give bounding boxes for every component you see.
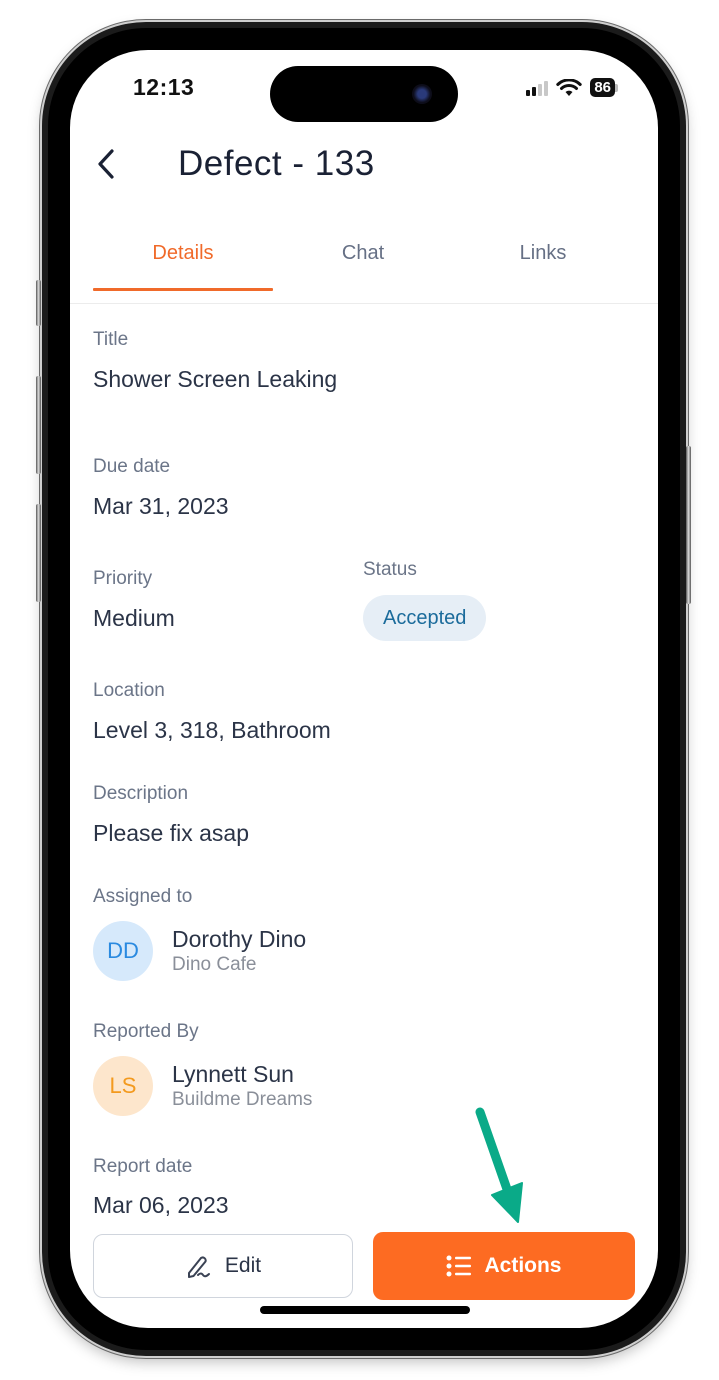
tab-links[interactable]: Links — [453, 242, 633, 265]
assignee-org: Dino Cafe — [172, 954, 257, 975]
priority-value: Medium — [93, 605, 175, 631]
battery-icon — [615, 83, 618, 92]
location-label: Location — [93, 680, 165, 701]
chevron-left-icon — [98, 149, 114, 179]
report-date-value: Mar 06, 2023 — [93, 1192, 229, 1218]
edit-label: Edit — [224, 1254, 262, 1277]
assignee-name: Dorothy Dino — [172, 926, 307, 952]
pen-signature-icon — [187, 1256, 210, 1278]
status-label: Status — [363, 559, 417, 580]
reporter-org: Buildme Dreams — [172, 1089, 313, 1110]
reported-by-label: Reported By — [93, 1021, 199, 1042]
edit-button[interactable]: Edit — [93, 1234, 353, 1298]
cellular-signal-icon — [526, 80, 549, 96]
status-time: 12:13 — [133, 74, 195, 100]
status-indicators: 86 — [526, 78, 618, 97]
due-date-value: Mar 31, 2023 — [93, 493, 229, 519]
actions-button[interactable]: Actions — [373, 1232, 635, 1300]
back-button[interactable] — [92, 146, 122, 182]
avatar: DD — [93, 921, 153, 981]
wifi-icon — [556, 78, 583, 96]
description-value: Please fix asap — [93, 820, 249, 846]
active-tab-indicator — [93, 288, 273, 291]
actions-label: Actions — [484, 1254, 562, 1277]
app-screen: 12:13 86 Defect - 133 Details Chat Links — [70, 50, 658, 1328]
bottom-action-bar: Edit Actions — [70, 1230, 658, 1302]
volume-down-button — [36, 504, 41, 602]
dynamic-island — [270, 66, 458, 122]
description-label: Description — [93, 783, 189, 804]
reporter: LS Lynnett Sun Buildme Dreams — [93, 1056, 312, 1116]
battery-level: 86 — [590, 78, 615, 97]
page-title: Defect - 133 — [178, 144, 375, 183]
location-value: Level 3, 318, Bathroom — [93, 717, 331, 743]
assigned-to-label: Assigned to — [93, 886, 193, 907]
power-button — [686, 446, 691, 604]
report-date-label: Report date — [93, 1156, 193, 1177]
status-badge: Accepted — [363, 595, 487, 641]
home-indicator — [260, 1306, 470, 1314]
tab-bar: Details Chat Links — [70, 228, 658, 304]
priority-label: Priority — [93, 568, 153, 589]
volume-up-button — [36, 376, 41, 474]
avatar: LS — [93, 1056, 153, 1116]
title-label: Title — [93, 329, 129, 350]
list-icon — [446, 1255, 472, 1277]
camera-icon — [412, 84, 432, 104]
tab-details[interactable]: Details — [93, 242, 273, 265]
title-value: Shower Screen Leaking — [93, 366, 338, 392]
reporter-name: Lynnett Sun — [172, 1061, 294, 1087]
due-date-label: Due date — [93, 456, 171, 477]
action-button — [36, 280, 41, 326]
assignee: DD Dorothy Dino Dino Cafe — [93, 921, 306, 981]
tab-chat[interactable]: Chat — [273, 242, 453, 265]
header: Defect - 133 — [70, 140, 658, 190]
